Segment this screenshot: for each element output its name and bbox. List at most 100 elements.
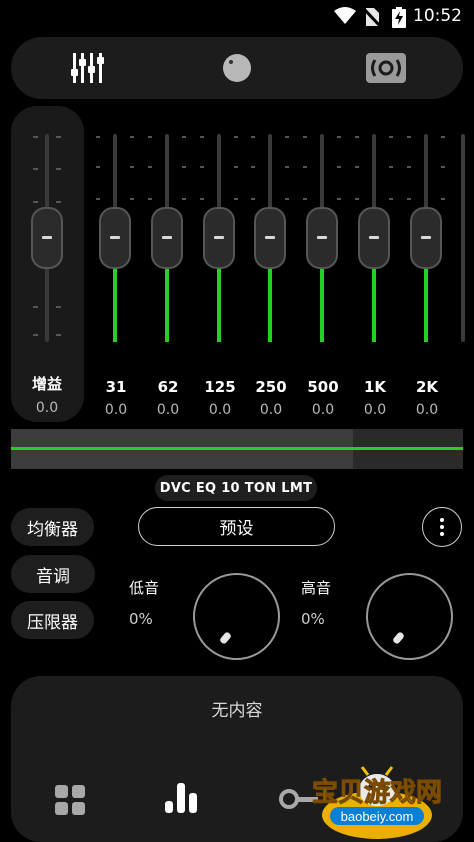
gain-tick bbox=[56, 168, 61, 170]
knob-icon bbox=[223, 54, 251, 82]
preset-name-badge: DVC EQ 10 TON LMT bbox=[155, 475, 317, 501]
equalizer-button[interactable]: 均衡器 bbox=[11, 508, 94, 546]
gain-tick bbox=[33, 136, 38, 138]
bars-icon[interactable] bbox=[164, 782, 200, 814]
band-value-31: 0.0 bbox=[104, 402, 128, 418]
band-tick bbox=[96, 166, 100, 168]
no-sim-icon bbox=[364, 7, 380, 27]
band-tick bbox=[182, 166, 186, 168]
band-tick bbox=[355, 166, 359, 168]
band-tick bbox=[389, 198, 393, 200]
band-slider-knob[interactable] bbox=[99, 207, 131, 269]
band-slider-knob[interactable] bbox=[203, 207, 235, 269]
gain-value: 0.0 bbox=[35, 400, 59, 416]
band-tick bbox=[389, 166, 393, 168]
gain-tick bbox=[33, 334, 38, 336]
watermark-logo: 宝贝游戏网 baobeiy.com bbox=[311, 766, 443, 839]
bass-label: 低音 bbox=[129, 579, 160, 597]
wifi-icon bbox=[334, 7, 356, 24]
band-slider-knob[interactable] bbox=[410, 207, 442, 269]
band-value-500: 0.0 bbox=[311, 402, 335, 418]
treble-label: 高音 bbox=[301, 579, 332, 597]
band-label-2k: 2K bbox=[415, 378, 439, 396]
band-tick bbox=[148, 198, 152, 200]
band-tick bbox=[285, 136, 289, 138]
band-tick bbox=[251, 198, 255, 200]
status-bar: 10:52 bbox=[0, 0, 474, 34]
band-value-250: 0.0 bbox=[259, 402, 283, 418]
band-tick bbox=[200, 166, 204, 168]
band-value-1k: 0.0 bbox=[363, 402, 387, 418]
band-label-62: 62 bbox=[157, 378, 179, 396]
battery-charging-icon bbox=[392, 7, 406, 28]
band-tick bbox=[441, 198, 445, 200]
treble-knob[interactable] bbox=[366, 573, 453, 660]
band-tick bbox=[234, 136, 238, 138]
more-dot-icon bbox=[440, 532, 444, 536]
tone-button[interactable]: 音调 bbox=[11, 555, 95, 593]
gain-tick bbox=[33, 306, 38, 308]
watermark-title: 宝贝游戏网 bbox=[312, 777, 442, 807]
band-label-31: 31 bbox=[105, 378, 127, 396]
tab-equalizer[interactable] bbox=[58, 45, 118, 91]
band-tick bbox=[234, 166, 238, 168]
tab-speaker[interactable] bbox=[356, 45, 416, 91]
band-tick bbox=[182, 136, 186, 138]
gain-tick bbox=[33, 168, 38, 170]
band-label-250: 250 bbox=[255, 378, 287, 396]
more-options-button[interactable] bbox=[422, 507, 462, 547]
band-value-2k: 0.0 bbox=[415, 402, 439, 418]
band-slider-knob[interactable] bbox=[358, 207, 390, 269]
watermark-url: baobeiy.com bbox=[341, 809, 414, 824]
bass-knob[interactable] bbox=[193, 573, 280, 660]
bass-value: 0% bbox=[129, 610, 153, 628]
bass-knob-pointer bbox=[218, 631, 233, 645]
more-dot-icon bbox=[440, 518, 444, 522]
level-meter-line bbox=[11, 447, 463, 450]
band-tick bbox=[96, 198, 100, 200]
band-tick bbox=[96, 136, 100, 138]
band-tick bbox=[389, 136, 393, 138]
empty-message: 无内容 bbox=[211, 701, 263, 721]
band-value-62: 0.0 bbox=[156, 402, 180, 418]
level-meter bbox=[11, 429, 463, 469]
treble-knob-pointer bbox=[391, 631, 406, 645]
preset-button[interactable]: 预设 bbox=[138, 507, 335, 546]
band-tick bbox=[148, 166, 152, 168]
band-slider-knob[interactable] bbox=[151, 207, 183, 269]
status-time: 10:52 bbox=[413, 6, 462, 26]
band-tick bbox=[337, 166, 341, 168]
band-tick bbox=[200, 198, 204, 200]
limiter-button[interactable]: 压限器 bbox=[11, 601, 94, 639]
band-tick bbox=[251, 136, 255, 138]
band-tick bbox=[337, 136, 341, 138]
gain-label: 增益 bbox=[31, 375, 62, 393]
band-tick bbox=[130, 136, 134, 138]
band-tick bbox=[130, 166, 134, 168]
band-tick bbox=[182, 198, 186, 200]
band-tick bbox=[407, 198, 411, 200]
band-label-1k: 1K bbox=[363, 378, 387, 396]
band-tick bbox=[303, 166, 307, 168]
gain-tick bbox=[33, 201, 38, 203]
band-tick bbox=[251, 166, 255, 168]
tab-knob[interactable] bbox=[207, 45, 267, 91]
band-label-500: 500 bbox=[307, 378, 339, 396]
band-tick bbox=[355, 136, 359, 138]
band-tick bbox=[441, 136, 445, 138]
band-tick bbox=[130, 198, 134, 200]
top-tab-bar bbox=[11, 37, 463, 99]
gain-tick bbox=[56, 136, 61, 138]
gain-tick bbox=[56, 201, 61, 203]
band-tick bbox=[337, 198, 341, 200]
gain-tick bbox=[56, 306, 61, 308]
band-tick bbox=[148, 136, 152, 138]
gain-slider-knob[interactable] bbox=[31, 207, 63, 269]
band-slider-knob[interactable] bbox=[306, 207, 338, 269]
band-tick bbox=[234, 198, 238, 200]
band-tick bbox=[285, 198, 289, 200]
band-slider-knob[interactable] bbox=[254, 207, 286, 269]
equalizer-sliders-icon bbox=[71, 53, 104, 83]
gain-tick bbox=[56, 334, 61, 336]
grid-icon[interactable] bbox=[54, 784, 86, 816]
